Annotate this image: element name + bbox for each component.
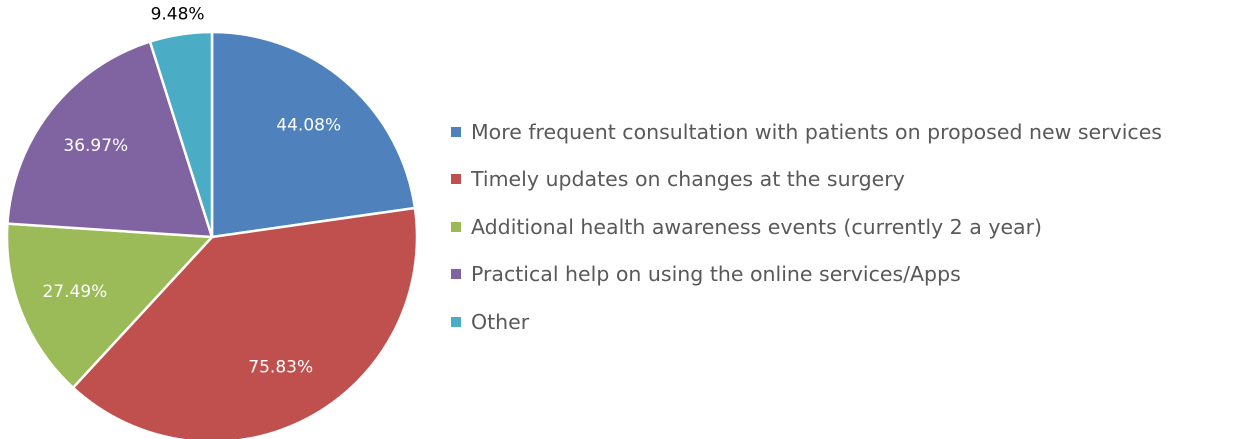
legend-item-consultation: More frequent consultation with patients… xyxy=(451,108,1251,156)
legend-swatch-health-events xyxy=(451,221,461,232)
data-label-online-help: 36.97% xyxy=(63,136,128,156)
data-label-other: 9.48% xyxy=(151,5,205,25)
legend-swatch-consultation xyxy=(451,126,461,137)
pie-slices xyxy=(5,30,419,439)
pie-chart: 44.08% 75.83% 27.49% 36.97% 9.48% More frequ… xyxy=(0,0,1253,439)
legend-item-timely-updates: Timely updates on changes at the surgery xyxy=(451,156,1251,204)
data-label-health-events: 27.49% xyxy=(42,282,107,302)
legend-label-online-help: Practical help on using the online servi… xyxy=(471,262,961,287)
legend-label-timely-updates: Timely updates on changes at the surgery xyxy=(471,167,905,192)
legend-label-consultation: More frequent consultation with patients… xyxy=(471,119,1162,144)
data-label-timely-updates: 75.83% xyxy=(248,358,313,378)
legend-swatch-online-help xyxy=(451,269,461,280)
legend-item-health-events: Additional health awareness events (curr… xyxy=(451,203,1251,251)
legend-label-other: Other xyxy=(471,309,530,334)
legend-swatch-other xyxy=(451,316,461,327)
legend-swatch-timely-updates xyxy=(451,174,461,185)
legend-item-other: Other xyxy=(451,298,1251,346)
data-label-consultation: 44.08% xyxy=(276,116,341,136)
legend-label-health-events: Additional health awareness events (curr… xyxy=(471,214,1043,239)
legend-item-online-help: Practical help on using the online servi… xyxy=(451,251,1251,299)
chart-legend: More frequent consultation with patients… xyxy=(451,108,1251,346)
